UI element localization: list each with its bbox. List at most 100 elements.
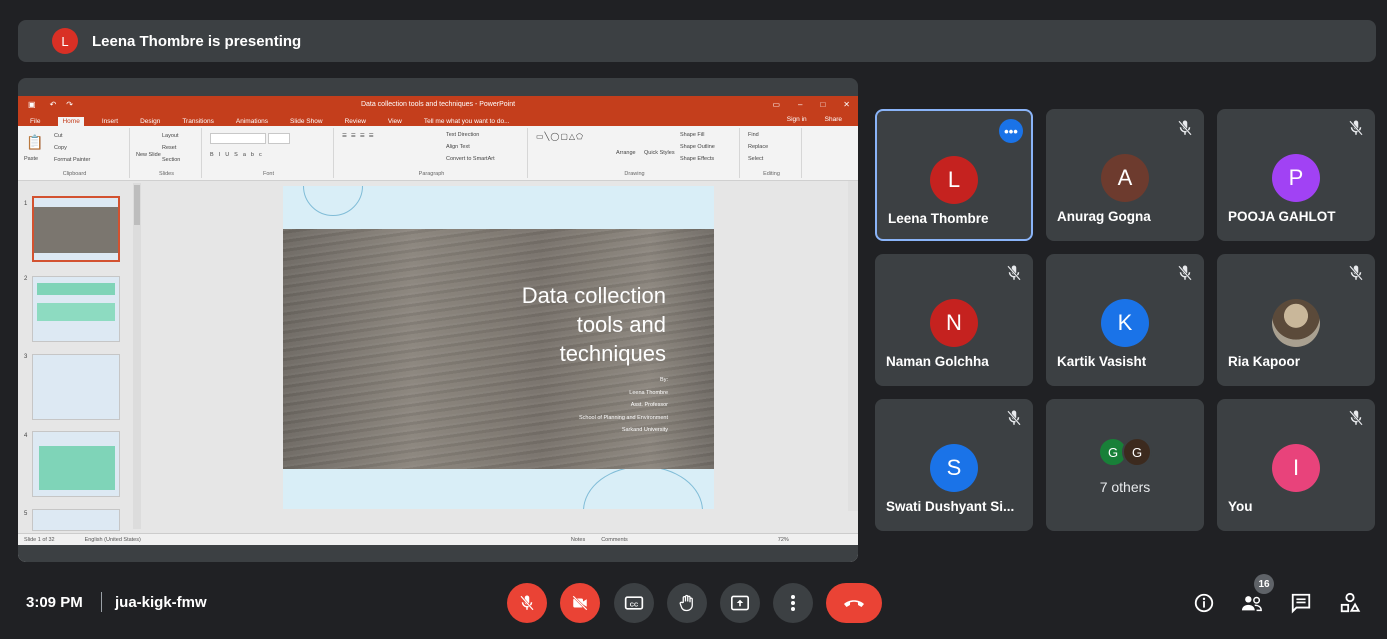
thumbnail-scrollbar: [133, 183, 141, 529]
shape-effects-label: Shape Effects: [680, 156, 715, 162]
chat-button[interactable]: [1288, 590, 1314, 616]
participant-tile[interactable]: A Anurag Gogna: [1046, 109, 1204, 241]
mic-off-icon: [1349, 120, 1363, 136]
slide-sub-line: Asst. Professor: [630, 402, 668, 408]
zoom-level: 72%: [777, 536, 789, 543]
participant-name: You: [1228, 499, 1253, 514]
participant-tile[interactable]: S Swati Dushyant Si...: [875, 399, 1033, 531]
shape-fill-label: Shape Fill: [680, 132, 705, 138]
slide-decoration: [303, 186, 363, 216]
font-size-box: [268, 133, 290, 144]
microphone-button[interactable]: [507, 583, 547, 623]
presenting-text: Leena Thombre is presenting: [92, 32, 302, 50]
slide-thumbnail: [32, 354, 120, 420]
mic-off-icon: [1007, 410, 1021, 426]
sign-in-link: Sign in: [786, 116, 807, 123]
slide-thumbnail: [32, 431, 120, 497]
more-vert-icon: [791, 595, 795, 611]
participant-name: POOJA GAHLOT: [1228, 209, 1336, 224]
ribbon-group-slides: New Slide Layout Reset Section Slides: [132, 128, 202, 178]
clipboard-group-label: Clipboard: [62, 171, 87, 177]
paragraph-group-label: Paragraph: [418, 171, 445, 177]
powerpoint-window: ▣ ↶ ↷ Data collection tools and techniqu…: [18, 96, 858, 562]
share-link: Share: [824, 116, 842, 123]
format-painter-label: Format Painter: [54, 157, 91, 163]
tab-review: Review: [344, 118, 366, 125]
drawing-group-label: Drawing: [624, 171, 645, 177]
slide-number: 1: [24, 201, 28, 207]
arrange-label: Arrange: [616, 150, 636, 156]
slide-subtitle: By: Leena Thombre Asst. Professor School…: [579, 374, 668, 437]
captions-icon: CC: [624, 596, 644, 610]
ribbon-group-drawing: ▭╲◯▢△⬠ Arrange Quick Styles Shape Fill S…: [530, 128, 740, 178]
ppt-title-bar: ▣ ↶ ↷ Data collection tools and techniqu…: [18, 96, 858, 113]
tab-slide-show: Slide Show: [290, 118, 323, 125]
people-button[interactable]: [1239, 590, 1265, 616]
ppt-status-bar: Slide 1 of 32 English (United States) No…: [18, 533, 858, 545]
participant-name: Anurag Gogna: [1057, 209, 1151, 224]
ppt-tabs: File Home Insert Design Transitions Anim…: [18, 113, 858, 126]
mic-off-icon: [1349, 410, 1363, 426]
meet-window: L Leena Thombre is presenting ▣ ↶ ↷ Data…: [0, 0, 1387, 639]
avatar-photo: [1272, 299, 1320, 347]
captions-button[interactable]: CC: [614, 583, 654, 623]
slide-sub-line: Sarkand University: [621, 427, 668, 433]
more-options-button[interactable]: [773, 583, 813, 623]
mic-off-icon: [520, 595, 534, 611]
font-format-icons: BIUSabc: [210, 152, 267, 158]
shared-screen[interactable]: ▣ ↶ ↷ Data collection tools and techniqu…: [18, 78, 858, 562]
language-status: English (United States): [84, 536, 141, 543]
camera-button[interactable]: [560, 583, 600, 623]
participant-tile[interactable]: Ria Kapoor: [1217, 254, 1375, 386]
self-tile[interactable]: I You: [1217, 399, 1375, 531]
notes-button: Notes: [570, 536, 586, 543]
leave-call-button[interactable]: [826, 583, 882, 623]
tab-animations: Animations: [235, 118, 269, 125]
participant-tile[interactable]: K Kartik Vasisht: [1046, 254, 1204, 386]
more-options-icon[interactable]: •••: [999, 119, 1023, 143]
raise-hand-button[interactable]: [667, 583, 707, 623]
tab-transitions: Transitions: [182, 118, 214, 125]
tab-design: Design: [140, 118, 161, 125]
avatar: I: [1272, 444, 1320, 492]
shape-outline-label: Shape Outline: [680, 144, 715, 150]
mic-off-icon: [1178, 120, 1192, 136]
editing-group-label: Editing: [763, 171, 780, 177]
slide-thumbnail: [32, 196, 120, 262]
find-label: Find: [748, 132, 759, 138]
participant-tile[interactable]: N Naman Golchha: [875, 254, 1033, 386]
tab-file: File: [30, 118, 41, 125]
slide-title: Data collection tools and techniques: [522, 281, 666, 368]
comments-button: Comments: [601, 536, 628, 543]
ribbon-group-clipboard: 📋 Paste Cut Copy Format Painter Clipboar…: [20, 128, 130, 178]
participant-name: Swati Dushyant Si...: [886, 499, 1015, 514]
mic-off-icon: [1007, 265, 1021, 281]
ribbon-group-paragraph: ☰☰☰☰ Text Direction Align Text Convert t…: [336, 128, 528, 178]
present-now-button[interactable]: [720, 583, 760, 623]
others-tile[interactable]: G G 7 others: [1046, 399, 1204, 531]
present-icon: [731, 595, 749, 611]
activities-icon: [1340, 592, 1361, 613]
quick-styles-label: Quick Styles: [644, 150, 675, 156]
minimize-icon: –: [798, 100, 803, 109]
avatar: K: [1101, 299, 1149, 347]
participant-tile[interactable]: P POOJA GAHLOT: [1217, 109, 1375, 241]
smartart-label: Convert to SmartArt: [446, 156, 495, 162]
avatar: L: [930, 156, 978, 204]
slide-title-line: tools and: [576, 312, 666, 337]
paste-icon: 📋: [26, 134, 44, 150]
participant-tile[interactable]: ••• L Leena Thombre: [875, 109, 1033, 241]
divider: [101, 592, 102, 612]
slide-sub-line: By:: [660, 377, 668, 383]
new-slide-label: New Slide: [136, 152, 161, 158]
end-call-icon: [844, 600, 864, 607]
info-icon: [1194, 593, 1214, 613]
ribbon-group-font: BIUSabc Font: [204, 128, 334, 178]
participant-name: Ria Kapoor: [1228, 354, 1301, 369]
activities-button[interactable]: [1337, 590, 1363, 616]
meeting-details-button[interactable]: [1191, 590, 1217, 616]
slide-sub-line: Leena Thombre: [629, 389, 668, 396]
current-slide: Data collection tools and techniques By:…: [283, 186, 714, 509]
font-group-label: Font: [262, 171, 274, 177]
ppt-doc-title: Data collection tools and techniques - P…: [360, 101, 516, 108]
